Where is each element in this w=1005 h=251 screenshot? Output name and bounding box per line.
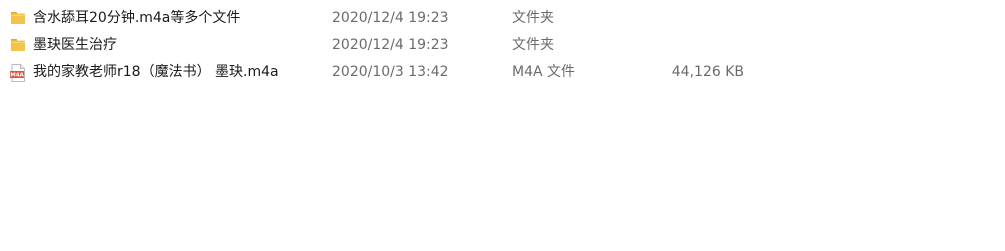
m4a-file-icon: M4A (10, 64, 26, 82)
file-date: 2020/10/3 13:42 (332, 64, 449, 80)
m4a-icon-label: M4A (10, 73, 24, 79)
file-row-folder-1[interactable]: 含水舔耳20分钟.m4a等多个文件 2020/12/4 19:23 文件夹 (0, 5, 1005, 32)
file-row-folder-2[interactable]: 墨玦医生治疗 2020/12/4 19:23 文件夹 (0, 32, 1005, 59)
folder-icon (10, 10, 26, 26)
file-type: M4A 文件 (512, 64, 576, 80)
file-type: 文件夹 (512, 10, 554, 26)
file-name: 墨玦医生治疗 (33, 37, 117, 53)
file-date: 2020/12/4 19:23 (332, 10, 449, 26)
file-list: 含水舔耳20分钟.m4a等多个文件 2020/12/4 19:23 文件夹 墨玦… (0, 0, 1005, 251)
file-name: 含水舔耳20分钟.m4a等多个文件 (33, 10, 241, 26)
file-row-m4a[interactable]: M4A 我的家教老师r18（魔法书） 墨玦.m4a 2020/10/3 13:4… (0, 59, 1005, 86)
file-name: 我的家教老师r18（魔法书） 墨玦.m4a (33, 64, 279, 80)
folder-icon (10, 37, 26, 53)
file-type: 文件夹 (512, 37, 554, 53)
file-date: 2020/12/4 19:23 (332, 37, 449, 53)
file-size: 44,126 KB (671, 64, 744, 80)
